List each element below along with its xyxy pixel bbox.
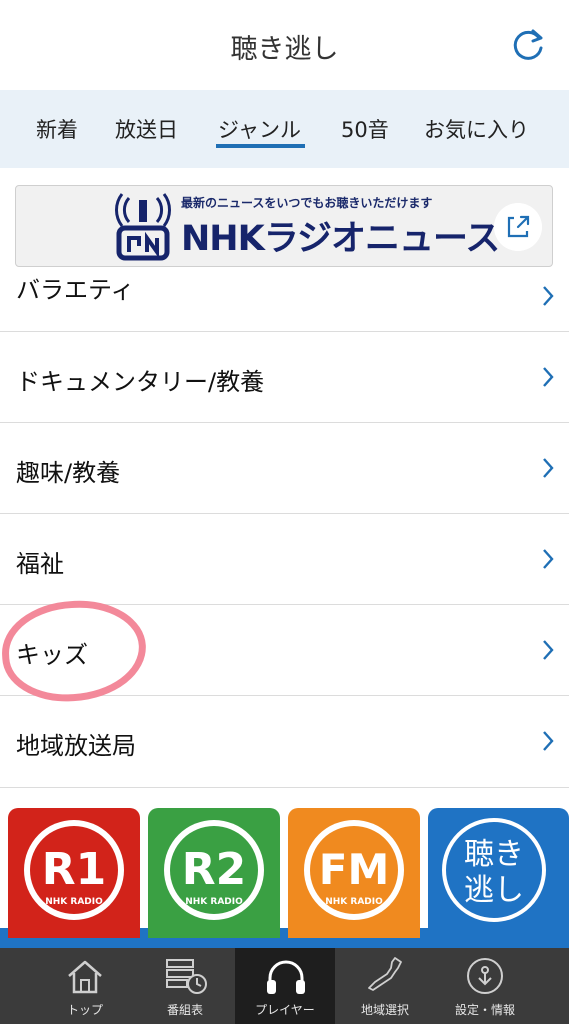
tabbar-item-settings[interactable]: 設定・情報	[435, 948, 535, 1024]
station-mark: R2	[182, 844, 247, 895]
tab-syllabary[interactable]: 50音	[341, 114, 389, 144]
tab-new[interactable]: 新着	[36, 114, 78, 144]
genre-label: キッズ	[16, 641, 88, 669]
list-item[interactable]: バラエティ	[0, 268, 569, 332]
banner-brand: NHKラジオニュース	[181, 219, 500, 259]
fm-logo-icon: FM NHK RADIO	[304, 820, 404, 920]
chevron-right-icon	[543, 640, 554, 660]
refresh-icon[interactable]	[509, 26, 547, 64]
external-link-icon[interactable]	[494, 203, 542, 251]
genre-label: 地域放送局	[16, 732, 136, 760]
station-selector: R1 NHK RADIO R2 NHK RADIO FM NHK RADIO 聴…	[0, 790, 569, 948]
station-r1-button[interactable]: R1 NHK RADIO	[8, 808, 140, 938]
tabbar-label: 地域選択	[360, 1003, 409, 1017]
tabbar-item-top[interactable]: トップ	[35, 948, 135, 1024]
station-mark: FM	[319, 845, 390, 894]
chevron-right-icon	[543, 549, 554, 569]
tab-broadcast-date[interactable]: 放送日	[115, 114, 178, 144]
genre-label: バラエティ	[16, 276, 135, 304]
home-icon	[68, 960, 102, 994]
nhk-radio-news-banner[interactable]: 最新のニュースをいつでもお聴きいただけます NHKラジオニュース	[15, 185, 553, 267]
chevron-right-icon	[543, 731, 554, 751]
tabbar-label: プレイヤー	[255, 1003, 315, 1017]
genre-list: バラエティ ドキュメンタリー/教養 趣味/教養 福祉 キッズ 地域放送局	[0, 268, 569, 788]
tabbar-item-region[interactable]: 地域選択	[335, 948, 435, 1024]
list-item[interactable]: 趣味/教養	[0, 423, 569, 514]
header: 聴き逃し	[0, 0, 569, 90]
chevron-right-icon	[543, 367, 554, 387]
japan-map-icon	[368, 957, 402, 991]
station-fm-button[interactable]: FM NHK RADIO	[288, 808, 420, 938]
page-title: 聴き逃し	[230, 34, 339, 65]
genre-label: ドキュメンタリー/教養	[16, 368, 265, 396]
list-item[interactable]: 地域放送局	[0, 696, 569, 788]
genre-label: 福祉	[16, 550, 64, 578]
banner-tagline: 最新のニュースをいつでもお聴きいただけます	[181, 196, 433, 210]
chevron-right-icon	[543, 458, 554, 478]
bottom-tab-bar: トップ 番組表 プレイヤー 地域選択 設定・情報	[0, 948, 569, 1024]
schedule-icon	[166, 959, 207, 994]
station-sub: NHK RADIO	[45, 897, 103, 907]
station-r2-button[interactable]: R2 NHK RADIO	[148, 808, 280, 938]
station-mark: R1	[42, 844, 107, 895]
list-item[interactable]: ドキュメンタリー/教養	[0, 332, 569, 423]
tabbar-item-schedule[interactable]: 番組表	[135, 948, 235, 1024]
kikinogashi-logo-icon: 聴き 逃し	[442, 818, 546, 922]
station-kikinogashi-button[interactable]: 聴き 逃し	[428, 808, 569, 938]
settings-info-icon	[467, 958, 503, 994]
active-tab-indicator	[216, 144, 305, 148]
chevron-right-icon	[543, 286, 554, 306]
list-item[interactable]: キッズ	[0, 605, 569, 696]
category-tabs: 新着 放送日 ジャンル 50音 お気に入り	[0, 90, 569, 168]
tabbar-item-player[interactable]: プレイヤー	[235, 948, 335, 1024]
station-mark-line1: 聴き	[464, 837, 524, 872]
tabbar-label: トップ	[66, 1003, 103, 1017]
radio-tower-logo-icon	[115, 193, 171, 261]
station-sub: NHK RADIO	[325, 897, 383, 907]
tab-genre[interactable]: ジャンル	[218, 114, 301, 144]
station-mark-line2: 逃し	[464, 873, 524, 908]
list-item[interactable]: 福祉	[0, 514, 569, 605]
tabbar-label: 番組表	[166, 1003, 203, 1017]
headphones-icon	[267, 960, 305, 994]
station-sub: NHK RADIO	[185, 897, 243, 907]
tab-favorites[interactable]: お気に入り	[424, 114, 529, 144]
tabbar-label: 設定・情報	[454, 1003, 515, 1017]
r2-logo-icon: R2 NHK RADIO	[164, 820, 264, 920]
r1-logo-icon: R1 NHK RADIO	[24, 820, 124, 920]
genre-label: 趣味/教養	[16, 459, 121, 487]
